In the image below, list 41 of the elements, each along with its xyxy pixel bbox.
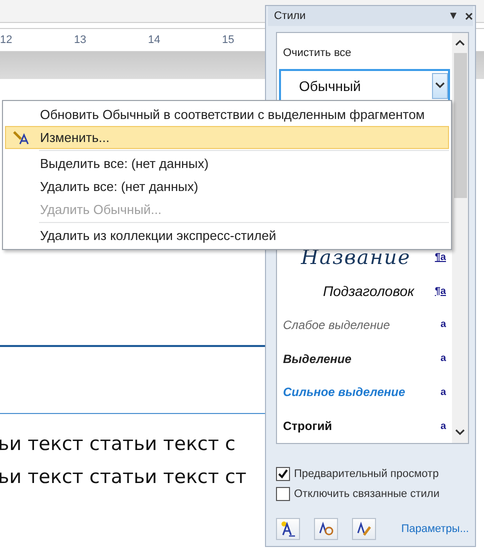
checkbox[interactable] bbox=[276, 467, 290, 481]
style-item[interactable]: Выделение bbox=[283, 352, 440, 366]
chevron-down-icon bbox=[455, 429, 465, 436]
style-type-mark: ¶a bbox=[434, 286, 446, 297]
scrollbar[interactable] bbox=[452, 33, 468, 443]
chevron-up-icon bbox=[455, 39, 465, 46]
menu-item[interactable]: Изменить... bbox=[5, 126, 449, 149]
style-type-mark: a bbox=[440, 420, 446, 432]
close-button[interactable]: × bbox=[464, 8, 473, 24]
menu-item[interactable]: Удалить все: (нет данных) bbox=[5, 175, 449, 198]
checkbox-label: Предварительный просмотр bbox=[294, 468, 439, 480]
ruler-number: 13 bbox=[74, 34, 88, 46]
manage-styles-button[interactable] bbox=[352, 518, 376, 540]
style-type-mark: a bbox=[440, 319, 446, 330]
style-type-mark: a bbox=[440, 353, 446, 364]
style-type-mark: a bbox=[440, 386, 446, 398]
scroll-down-icon[interactable] bbox=[455, 429, 465, 437]
style-item[interactable]: Сильное выделение bbox=[283, 385, 440, 400]
dropdown-button[interactable] bbox=[432, 72, 448, 99]
panel-title: Стили bbox=[274, 10, 307, 22]
clear-all-item[interactable]: Очистить все bbox=[279, 35, 450, 67]
menu-item[interactable]: Обновить Обычный в соответствии с выделенным фрагментом bbox=[5, 103, 449, 126]
style-item[interactable]: Слабое выделение bbox=[283, 318, 440, 332]
chevron-down-icon bbox=[435, 82, 445, 90]
ruler-number: 12 bbox=[0, 34, 14, 46]
menu-item[interactable]: Удалить из коллекции экспресс-стилей bbox=[5, 224, 449, 247]
style-inspector-button[interactable] bbox=[314, 518, 338, 540]
new-style-button[interactable] bbox=[276, 518, 300, 540]
style-item[interactable]: Подзаголовок bbox=[323, 283, 435, 300]
style-item[interactable]: Строгий bbox=[283, 419, 440, 434]
ruler-number: 15 bbox=[222, 34, 236, 46]
menu-button[interactable]: ▼ bbox=[448, 10, 459, 22]
menu-item[interactable]: Выделить все: (нет данных) bbox=[5, 152, 449, 175]
style-type-mark: ¶a bbox=[434, 252, 446, 263]
options-link[interactable]: Параметры... bbox=[401, 523, 469, 535]
ruler-number: 14 bbox=[148, 34, 162, 46]
checkbox[interactable] bbox=[276, 487, 290, 501]
body-text: ьи текст статьи текст с bbox=[0, 432, 236, 457]
checkbox-label: Отключить связанные стили bbox=[294, 488, 440, 500]
body-text: ьи текст статьи текст ст bbox=[0, 465, 248, 490]
scroll-up-icon[interactable] bbox=[455, 39, 465, 47]
